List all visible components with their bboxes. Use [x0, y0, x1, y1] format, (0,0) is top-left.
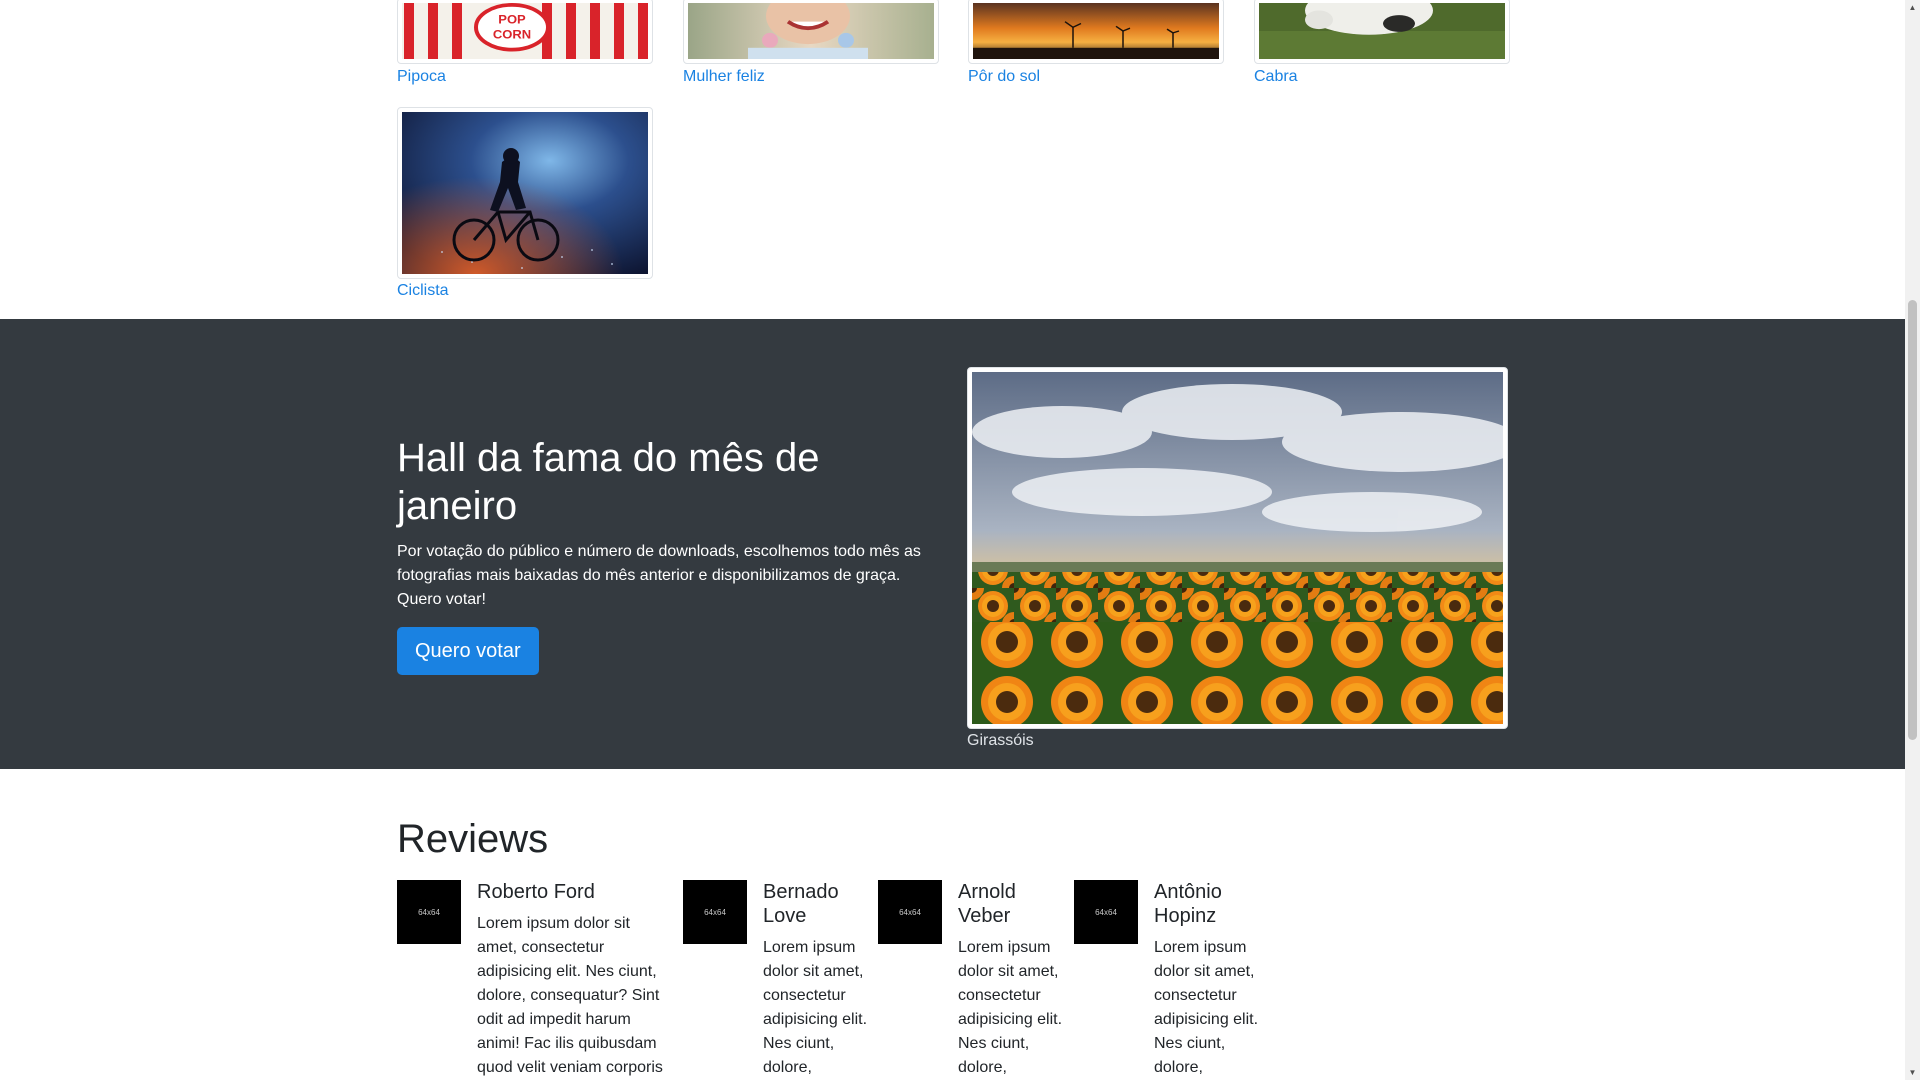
popcorn-photo: POP CORN — [402, 3, 648, 59]
avatar-placeholder-label: 64x64 — [1095, 907, 1117, 917]
svg-text:CORN: CORN — [493, 28, 531, 42]
svg-text:POP: POP — [498, 13, 525, 27]
page-scrollbar[interactable]: ▲ ▼ — [1905, 0, 1920, 1080]
gallery-caption-por-do-sol[interactable]: Pôr do sol — [968, 68, 1040, 86]
gallery-caption-cabra[interactable]: Cabra — [1254, 68, 1298, 86]
reviews-title: Reviews — [397, 817, 549, 861]
cyclist-photo — [402, 112, 648, 274]
featured-image-caption: Girassóis — [967, 732, 1034, 749]
avatar: 64x64 — [397, 880, 461, 944]
scrollbar-thumb[interactable] — [1908, 300, 1917, 740]
avatar-placeholder-label: 64x64 — [899, 907, 921, 917]
gallery-caption-ciclista[interactable]: Ciclista — [397, 282, 449, 300]
avatar: 64x64 — [878, 880, 942, 944]
review-author: Roberto Ford — [477, 881, 595, 903]
review-body: Bernado Love Lorem ipsum dolor sit amet,… — [763, 880, 873, 1080]
popcorn-image[interactable]: POP CORN — [397, 0, 653, 64]
review-text: Lorem ipsum dolor sit amet, consectetur … — [763, 939, 868, 1076]
review-text: Lorem ipsum dolor sit amet, consectetur … — [477, 915, 663, 1076]
happy-woman-image[interactable] — [683, 0, 939, 64]
review-body: Antônio Hopinz Lorem ipsum dolor sit ame… — [1154, 880, 1264, 1080]
avatar-placeholder-label: 64x64 — [418, 907, 440, 917]
scroll-up-arrow-icon[interactable]: ▲ — [1905, 0, 1920, 15]
photo-gallery: POP CORN Pipoca Mulher feliz Pôr do sol … — [397, 0, 1511, 319]
goat-image[interactable] — [1254, 0, 1510, 64]
hall-title: Hall da fama do mês de janeiro — [397, 436, 820, 528]
cyclist-image[interactable] — [397, 107, 653, 279]
review-body: Roberto Ford Lorem ipsum dolor sit amet,… — [477, 880, 669, 1080]
featured-image[interactable] — [967, 367, 1508, 729]
gallery-caption-mulher-feliz[interactable]: Mulher feliz — [683, 68, 765, 86]
avatar-placeholder-label: 64x64 — [704, 907, 726, 917]
hall-description: Por votação do público e número de downl… — [397, 543, 921, 608]
scroll-down-arrow-icon[interactable]: ▼ — [1905, 1065, 1920, 1080]
review-author: Arnold Veber — [958, 881, 1016, 927]
gallery-caption-pipoca[interactable]: Pipoca — [397, 68, 446, 86]
hall-of-fame-section: Hall da fama do mês de janeiro Por votaç… — [0, 319, 1905, 769]
goat-photo — [1259, 3, 1505, 59]
review-text: Lorem ipsum dolor sit amet, consectetur … — [958, 939, 1063, 1076]
vote-button[interactable]: Quero votar — [397, 627, 539, 675]
sunflowers-photo — [972, 372, 1503, 724]
review-text: Lorem ipsum dolor sit amet, consectetur … — [1154, 939, 1259, 1076]
sunset-image[interactable] — [968, 0, 1224, 64]
review-author: Bernado Love — [763, 881, 839, 927]
happy-woman-photo — [688, 3, 934, 59]
sunset-photo — [973, 3, 1219, 59]
review-body: Arnold Veber Lorem ipsum dolor sit amet,… — [958, 880, 1068, 1080]
avatar: 64x64 — [1074, 880, 1138, 944]
avatar: 64x64 — [683, 880, 747, 944]
review-author: Antônio Hopinz — [1154, 881, 1222, 927]
